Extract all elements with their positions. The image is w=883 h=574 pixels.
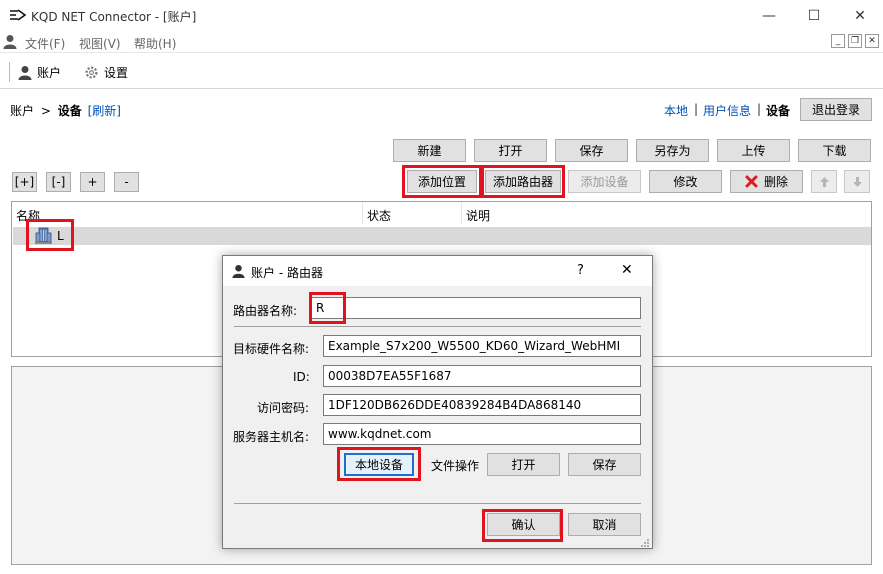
user-icon [232,264,245,278]
local-device-button[interactable]: 本地设备 [344,453,414,476]
breadcrumb: 账户 > 设备 [刷新] [10,102,121,119]
window-title: KQD NET Connector - [账户] [31,10,197,24]
dialog-title-bar: 账户 - 路由器 ? ✕ [223,256,652,286]
cancel-button[interactable]: 取消 [568,513,641,536]
delete-button[interactable]: 删除 [730,170,803,193]
new-button[interactable]: 新建 [393,139,466,162]
toolbar-account-label: 账户 [37,66,62,80]
add-location-button[interactable]: 添加位置 [407,170,477,193]
tree-row[interactable]: L [13,227,871,245]
modify-button[interactable]: 修改 [649,170,722,193]
nav-separator: | [757,102,762,116]
save-as-button[interactable]: 另存为 [636,139,709,162]
expand-all-button[interactable]: [+] [12,172,37,192]
router-name-label: 路由器名称: [233,304,298,318]
dialog-title: 账户 - 路由器 [251,266,323,280]
user-icon [3,35,17,49]
server-host-label: 服务器主机名: [233,430,310,444]
toolbar-grip [9,62,10,82]
add-router-button[interactable]: 添加路由器 [485,170,561,193]
close-button[interactable]: ✕ [837,0,883,31]
nav-local-link[interactable]: 本地 [664,102,688,119]
move-up-button[interactable] [811,170,837,193]
user-icon [18,66,32,80]
dialog-open-button[interactable]: 打开 [487,453,560,476]
target-hardware-label: 目标硬件名称: [233,342,310,356]
save-button[interactable]: 保存 [555,139,628,162]
app-icon [10,9,27,21]
nav-device-current: 设备 [766,104,791,118]
dialog-help-button[interactable]: ? [577,263,584,278]
menu-bar: 文件(F) 视图(V) 帮助(H) _ ❐ ✕ [0,31,883,53]
download-button[interactable]: 下载 [798,139,871,162]
mdi-restore-button[interactable]: ❐ [848,34,862,48]
delete-x-icon [745,175,758,188]
collapse-all-button[interactable]: [-] [46,172,71,192]
upload-button[interactable]: 上传 [717,139,790,162]
breadcrumb-current: 设备 [57,104,82,118]
server-host-input[interactable]: www.kqdnet.com [323,423,641,445]
nav-user-info-link[interactable]: 用户信息 [703,102,751,119]
nav-separator: | [694,102,699,116]
dialog-close-button[interactable]: ✕ [621,262,633,278]
toolbar-settings-label: 设置 [104,66,129,80]
open-button[interactable]: 打开 [474,139,547,162]
mdi-minimize-button[interactable]: _ [831,34,845,48]
toolbar-settings-button[interactable]: 设置 [84,64,128,81]
id-label: ID: [293,370,310,384]
delete-label: 删除 [763,175,788,189]
column-separator [362,202,363,224]
mdi-close-button[interactable]: ✕ [865,34,879,48]
dialog-save-button[interactable]: 保存 [568,453,641,476]
minimize-button[interactable]: — [746,0,792,31]
arrow-up-icon [819,176,829,187]
menu-file[interactable]: 文件(F) [25,35,65,52]
breadcrumb-separator: > [40,104,51,118]
add-device-button[interactable]: 添加设备 [568,170,641,193]
arrow-down-icon [852,176,862,187]
location-building-icon [35,227,52,244]
maximize-button[interactable]: ☐ [791,0,837,31]
gear-icon [85,66,98,79]
router-dialog: 账户 - 路由器 ? ✕ 路由器名称: R 目标硬件名称: Example_S7… [222,255,653,549]
tree-row-name: L [57,229,64,243]
id-input[interactable]: 00038D7EA55F1687 [323,365,641,387]
access-password-label: 访问密码: [257,401,310,415]
refresh-link[interactable]: [刷新] [88,104,121,118]
resize-grip-icon[interactable] [640,538,650,548]
target-hardware-input[interactable]: Example_S7x200_W5500_KD60_Wizard_WebHMI [323,335,641,357]
column-header-name[interactable]: 名称 [16,207,40,224]
dialog-footer-divider [234,503,641,504]
column-header-status[interactable]: 状态 [367,207,391,224]
toolbar: 账户 设置 [0,55,883,89]
dialog-divider [234,326,641,327]
move-down-button[interactable] [844,170,870,193]
file-operations-label: 文件操作 [431,459,480,473]
expand-button[interactable]: + [80,172,105,192]
toolbar-account-button[interactable]: 账户 [18,64,61,81]
menu-view[interactable]: 视图(V) [79,35,121,52]
access-password-input[interactable]: 1DF120DB626DDE40839284B4DA868140 [323,394,641,416]
router-name-input[interactable]: R [311,297,641,319]
logout-button[interactable]: 退出登录 [800,98,872,121]
breadcrumb-root[interactable]: 账户 [10,104,34,118]
column-header-description[interactable]: 说明 [466,207,490,224]
column-separator [461,202,462,224]
menu-help[interactable]: 帮助(H) [134,35,176,52]
collapse-button[interactable]: - [114,172,139,192]
title-bar: KQD NET Connector - [账户] — ☐ ✕ [0,0,883,31]
confirm-button[interactable]: 确认 [487,513,560,536]
